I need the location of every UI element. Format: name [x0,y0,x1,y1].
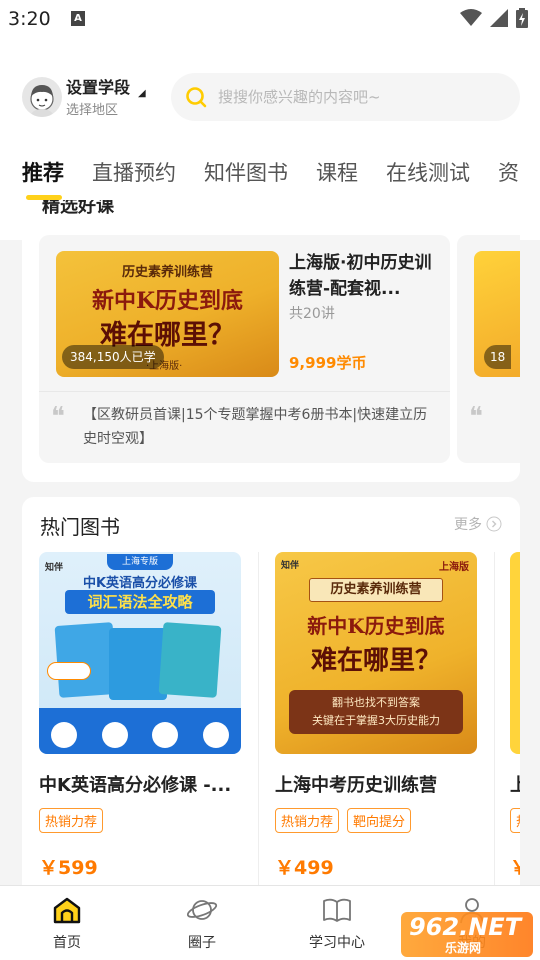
book-price: ￥499 [275,857,334,879]
book-title: 上海中考历史训练营 [275,775,437,796]
tab-recommend[interactable]: 推荐 [22,157,64,200]
publisher-logo: 知伴 [281,561,300,571]
signal-icon [490,9,508,27]
learners-badge-2: 18 [484,345,512,369]
cover-line2: 词汇语法全攻略 [65,590,215,614]
tab-live[interactable]: 直播预约 [92,157,176,191]
cover-foot1: 翻书也找不到答案 [332,696,420,709]
avatar-icon [30,85,54,117]
feature-icon [51,722,78,748]
nav-circle[interactable]: 圈子 [152,896,252,952]
tab-books[interactable]: 知伴图书 [204,157,288,191]
book-icon [323,898,351,922]
book-title: 中K英语高分必修课 -... [39,775,232,796]
status-bar: 3:20 A [0,0,540,40]
nav-study-center[interactable]: 学习中心 [287,896,387,952]
more-label: 更多 [454,517,482,533]
nav-home[interactable]: 首页 [17,896,117,952]
section-title: 精选好课 [42,200,114,217]
poster-top-text: 历史素养训练营 [121,265,213,280]
region-selector[interactable]: 选择地区 [66,99,118,118]
book-cover: 知伴 上海版 历史素养训练营 新中K历史到底 难在哪里？ 翻书也找不到答案 关键… [275,552,477,754]
book-card[interactable]: 上 热 ￥ [510,552,520,880]
book-price: ￥599 [39,857,98,879]
cover-foot2: 关键在于掌握3大历史能力 [312,714,440,727]
avatar[interactable] [22,77,62,117]
search-bar[interactable]: 搜搜你感兴趣的内容吧~ [171,73,520,121]
battery-icon [516,8,528,28]
nav-label: 圈子 [188,935,216,951]
course-poster: 历史素养训练营 新中K历史到底 难在哪里？ ·上海版· 384,150人已学 [56,251,279,377]
divider [258,552,259,892]
cover-badge: 上海专版 [107,554,173,570]
quote-icon: ❝ [469,402,483,432]
book-cover: 知伴 上海专版 中K英语高分必修课 词汇语法全攻略 [39,552,241,754]
divider [494,552,495,892]
search-icon [186,87,207,108]
wifi-icon [460,9,482,26]
cover-line2: 新中K历史到底 [307,614,445,638]
planet-icon [186,900,218,920]
stage-selector[interactable]: 设置学段 [66,74,130,98]
feature-icon [101,722,128,748]
chevron-right-icon [486,516,502,532]
category-tabs: 推荐 直播预约 知伴图书 课程 在线测试 资 [22,157,540,200]
hot-books-section: 热门图书 更多 知伴 上海专版 中K英语高分必修课 词汇语法全攻略 中K英语高分… [22,497,520,897]
tag-hot: 热销力荐 [275,808,340,833]
poster-line1: 新中K历史到底 [91,288,244,314]
home-icon [53,897,81,924]
course-title: 上海版·初中历史训练营-配套视... [289,253,432,299]
tag-targeted: 靶向提分 [347,808,412,833]
quote-icon: ❝ [51,402,65,432]
tab-courses[interactable]: 课程 [316,157,358,191]
notification-icon: A [71,11,85,26]
watermark-logo: 962.NET 乐游网 [401,912,533,957]
tab-tests[interactable]: 在线测试 [386,157,470,191]
book-image [54,622,118,698]
grade-badge [47,662,91,680]
lesson-count: 共20讲 [289,306,335,322]
course-description: 【区教研员首课|15个专题掌握中考6册书本|快速建立历史时空观】 [83,407,428,447]
book-price: ￥ [510,857,520,879]
course-card-2[interactable]: 18 ❝ [457,235,520,463]
dropdown-arrow-icon: ◢ [138,88,146,99]
divider [39,391,450,392]
book-card[interactable]: 知伴 上海版 历史素养训练营 新中K历史到底 难在哪里？ 翻书也找不到答案 关键… [275,552,477,880]
nav-label: 学习中心 [309,935,365,951]
tag-hot: 热销力荐 [39,808,104,833]
learners-badge: 384,150人已学 [62,345,164,369]
watermark-subtext: 乐游网 [445,941,482,955]
course-card[interactable]: 历史素养训练营 新中K历史到底 难在哪里？ ·上海版· 384,150人已学 上… [39,235,450,463]
search-input[interactable]: 搜搜你感兴趣的内容吧~ [218,86,381,107]
watermark-text: 962.NET [409,913,522,941]
book-card[interactable]: 知伴 上海专版 中K英语高分必修课 词汇语法全攻略 中K英语高分必修课 -...… [39,552,241,880]
section-title: 热门图书 [40,515,120,539]
book-image [158,622,222,698]
feature-icon [202,722,229,748]
feature-icon [152,722,179,748]
book-cover [510,552,520,754]
nav-label: 首页 [53,935,81,951]
cover-line3: 难在哪里？ [310,646,441,676]
tag-hot: 热 [510,808,520,833]
cover-line1: 中K英语高分必修课 [82,576,198,591]
cover-line1: 历史素养训练营 [309,578,443,602]
status-time: 3:20 [8,8,51,30]
feature-icons [39,722,241,748]
more-link[interactable]: 更多 [454,514,502,534]
featured-section: 精选好课 历史素养训练营 新中K历史到底 难在哪里？ ·上海版· 384,150… [22,200,520,482]
book-title: 上 [510,775,520,796]
cover-badge: 上海版 [439,562,469,573]
tab-resources[interactable]: 资 [498,157,519,191]
course-price: 9,999学币 [289,354,367,372]
